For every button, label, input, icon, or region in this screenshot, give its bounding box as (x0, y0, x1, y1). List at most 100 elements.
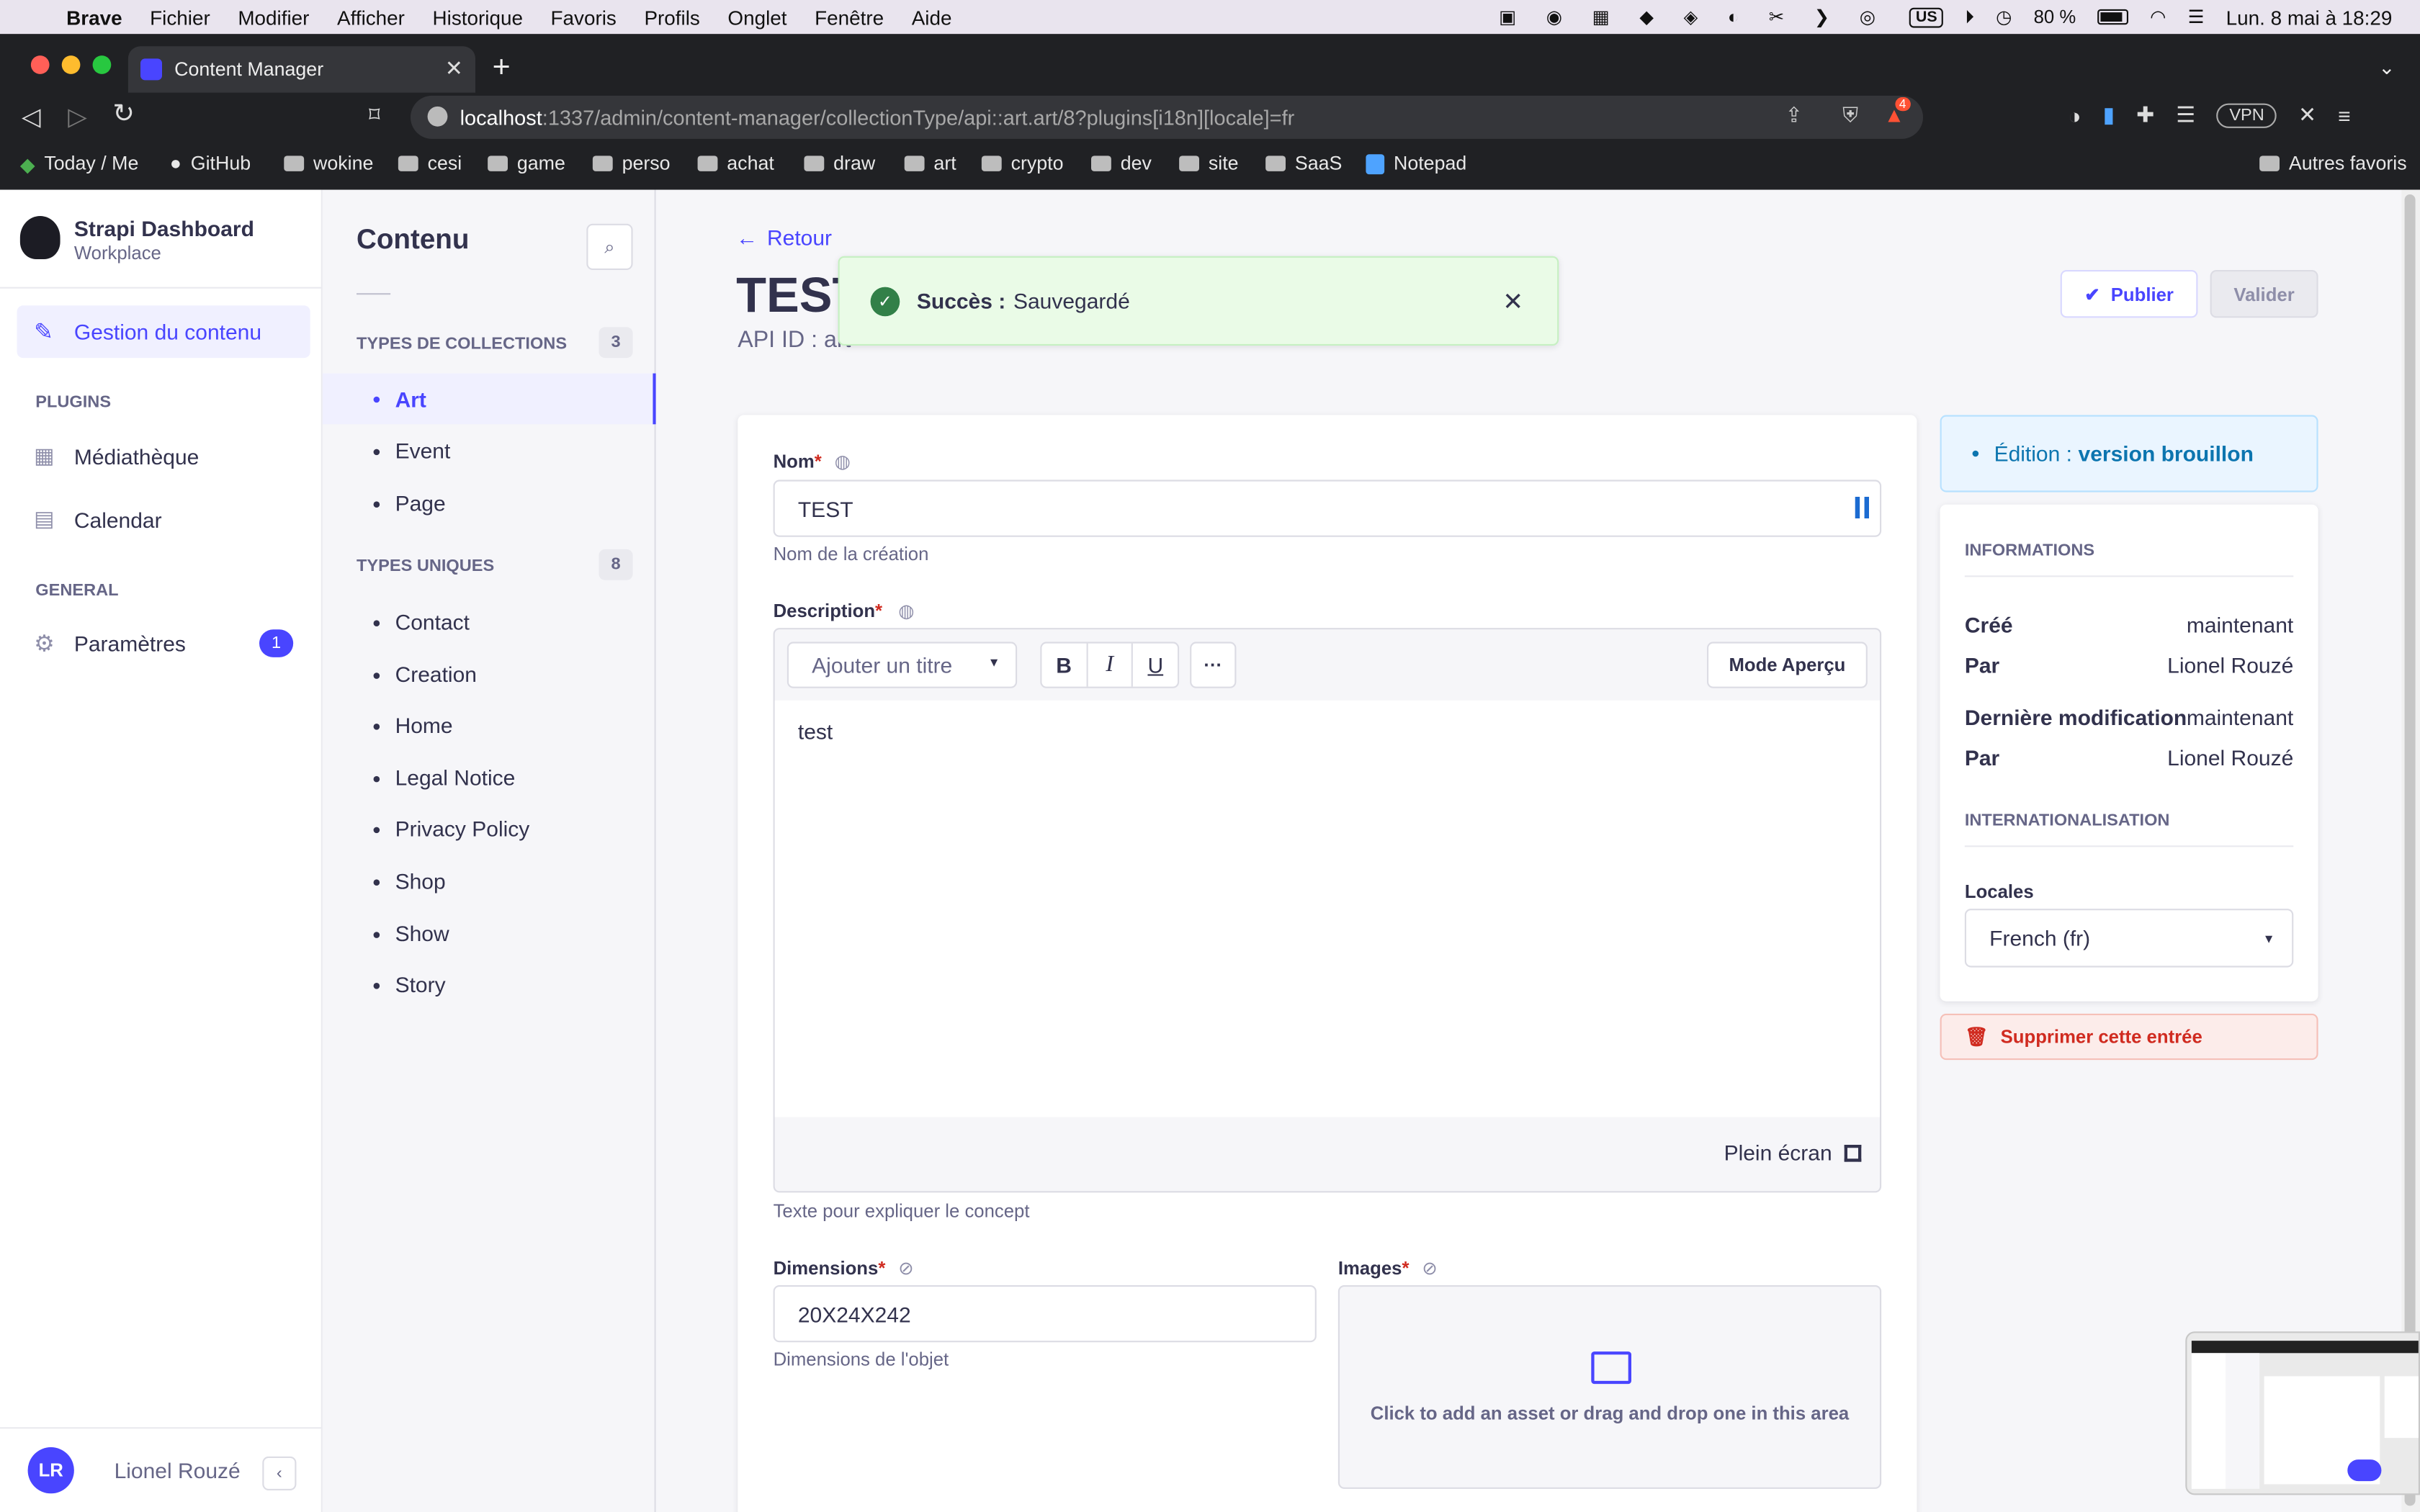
bookmark-game[interactable]: game (488, 148, 565, 179)
bold-button[interactable]: B (1041, 643, 1088, 687)
battery-percent[interactable]: 80 % (2034, 6, 2076, 28)
forward-icon[interactable]: ▷ (68, 102, 86, 132)
screenshot-thumbnail[interactable] (2185, 1331, 2420, 1495)
minimize-window-button[interactable] (61, 55, 81, 74)
delete-entry-button[interactable]: 🗑 Supprimer cette entrée (1940, 1013, 2318, 1061)
vpn-button[interactable]: VPN (2217, 102, 2277, 127)
menu-fenetre[interactable]: Fenêtre (801, 6, 898, 29)
single-item-legal-notice[interactable]: Legal Notice (373, 765, 515, 790)
nom-input-value: TEST (797, 495, 853, 521)
strapi-extension-icon[interactable]: ▮ (2103, 102, 2115, 127)
bookmark-crypto[interactable]: crypto (981, 148, 1064, 179)
new-tab-icon[interactable]: + (493, 51, 511, 86)
save-button[interactable]: Valider (2210, 270, 2318, 318)
extension-field-icon[interactable] (1855, 497, 1869, 518)
browser-tab[interactable]: Content Manager ✕ (127, 46, 476, 93)
menu-icon[interactable]: ≡ (2338, 103, 2351, 127)
single-item-creation[interactable]: Creation (373, 662, 477, 687)
nom-input[interactable]: TEST (773, 480, 1882, 537)
user-name[interactable]: Lionel Rouzé (115, 1458, 241, 1482)
bookmark-wokine[interactable]: wokine (284, 148, 373, 179)
profile-icon[interactable]: ✕ (2298, 102, 2316, 127)
editor-textarea[interactable]: test (774, 700, 1880, 1117)
single-item-contact[interactable]: Contact (373, 609, 470, 634)
close-window-button[interactable] (30, 55, 50, 74)
locale-select[interactable]: French (fr) ▼ (1964, 909, 2294, 968)
collapse-nav-button[interactable]: ‹ (262, 1456, 297, 1490)
wifi-icon[interactable]: ◠ (2150, 6, 2166, 28)
image-dropzone[interactable]: Click to add an asset or drag and drop o… (1337, 1285, 1882, 1489)
dimensions-input[interactable]: 20X24X242 (773, 1285, 1317, 1343)
history-icon[interactable]: ◷ (1996, 6, 2012, 28)
menu-profils[interactable]: Profils (630, 6, 714, 29)
menu-onglet[interactable]: Onglet (714, 6, 801, 29)
nav-calendar[interactable]: ▤ Calendar (34, 506, 161, 532)
status-icons[interactable]: ▣ ◉ ▦ ◆ ◈ ◐ ✂ ❯ ◎ (1499, 6, 1888, 28)
user-avatar[interactable]: LR (27, 1446, 74, 1494)
bookmark-today[interactable]: ◆ Today / Me (20, 148, 138, 179)
reload-icon[interactable]: ↻ (112, 99, 135, 130)
bookmark-saas[interactable]: SaaS (1265, 148, 1342, 179)
brave-shields-icon[interactable]: ⛨ (1842, 104, 1858, 128)
nav-media-library[interactable]: ▦ Médiathèque (34, 443, 199, 469)
brand[interactable]: Strapi Dashboard Workplace (19, 213, 313, 269)
bookmark-achat[interactable]: achat (697, 148, 774, 179)
address-bar[interactable]: localhost :1337/admin/content-manager/co… (411, 95, 1923, 139)
menu-afficher[interactable]: Afficher (323, 6, 419, 29)
play-icon[interactable]: ⏵ (1965, 6, 1974, 29)
bookmark-github[interactable]: ● GitHub (170, 148, 251, 179)
fullscreen-button[interactable]: Plein écran (1724, 1140, 1862, 1165)
nom-label: Nom* ◍ (773, 450, 851, 472)
preview-mode-button[interactable]: Mode Aperçu (1707, 642, 1868, 688)
control-center-icon[interactable]: ☰ (2188, 6, 2205, 28)
single-item-privacy-policy[interactable]: Privacy Policy (373, 816, 529, 841)
extension-icon[interactable]: ◑ (2068, 103, 2081, 127)
bookmark-notepad[interactable]: Notepad (1366, 148, 1466, 179)
keyboard-layout[interactable]: US (1909, 6, 1944, 27)
publish-button[interactable]: ✔ Publier (2060, 270, 2198, 318)
collection-item-event[interactable]: Event (373, 438, 450, 463)
bookmark-dev[interactable]: dev (1091, 148, 1152, 179)
tab-list-chevron-icon[interactable]: ⌄ (2378, 55, 2395, 80)
delete-entry-label: Supprimer cette entrée (2000, 1026, 2202, 1048)
site-info-icon[interactable] (427, 106, 448, 127)
bookmark-perso[interactable]: perso (592, 148, 671, 179)
menu-historique[interactable]: Historique (418, 6, 537, 29)
single-item-show[interactable]: Show (373, 921, 449, 946)
datetime[interactable]: Lun. 8 mai à 18:29 (2226, 6, 2393, 29)
nav-settings[interactable]: ⚙ Paramètres 1 (34, 629, 294, 657)
scrollbar[interactable] (2401, 189, 2420, 1512)
italic-button[interactable]: I (1088, 643, 1134, 687)
nav-content-manager[interactable]: ✎ Gestion du contenu (17, 305, 310, 359)
battery-icon[interactable] (2097, 9, 2129, 25)
bookmark-draw[interactable]: draw (804, 148, 875, 179)
single-item-story[interactable]: Story (373, 972, 446, 996)
close-toast-icon[interactable]: ✕ (1502, 287, 1523, 318)
content-search-button[interactable]: ⌕ (586, 223, 633, 270)
bookmark-page-icon[interactable]: ⌑ (369, 102, 380, 127)
collection-item-page[interactable]: Page (373, 490, 446, 516)
menu-fichier[interactable]: Fichier (136, 6, 224, 29)
bookmark-other[interactable]: Autres favoris (2259, 148, 2407, 179)
zoom-window-button[interactable] (92, 55, 112, 74)
back-link[interactable]: ← Retour (736, 225, 832, 250)
created-by-value: Lionel Rouzé (2167, 652, 2294, 678)
menu-aide[interactable]: Aide (897, 6, 965, 29)
menu-modifier[interactable]: Modifier (224, 6, 323, 29)
playlist-icon[interactable]: ☰ (2176, 102, 2195, 127)
bookmark-cesi[interactable]: cesi (398, 148, 462, 179)
single-item-home[interactable]: Home (373, 713, 453, 737)
menu-favoris[interactable]: Favoris (537, 6, 630, 29)
share-icon[interactable]: ⇪ (1785, 104, 1803, 128)
more-options-button[interactable]: ··· (1190, 642, 1237, 688)
single-item-shop[interactable]: Shop (373, 868, 446, 894)
bookmark-site[interactable]: site (1179, 148, 1239, 179)
app-name[interactable]: Brave (42, 6, 136, 29)
tab-close-icon[interactable]: ✕ (445, 55, 463, 81)
heading-select[interactable]: Ajouter un titre ▼ (786, 642, 1018, 688)
underline-button[interactable]: U (1134, 644, 1178, 687)
bookmark-art[interactable]: art (904, 148, 956, 179)
collection-item-art[interactable]: Art (322, 373, 656, 425)
puzzle-icon[interactable]: ✚ (2136, 102, 2154, 127)
back-icon[interactable]: ◁ (22, 102, 40, 132)
